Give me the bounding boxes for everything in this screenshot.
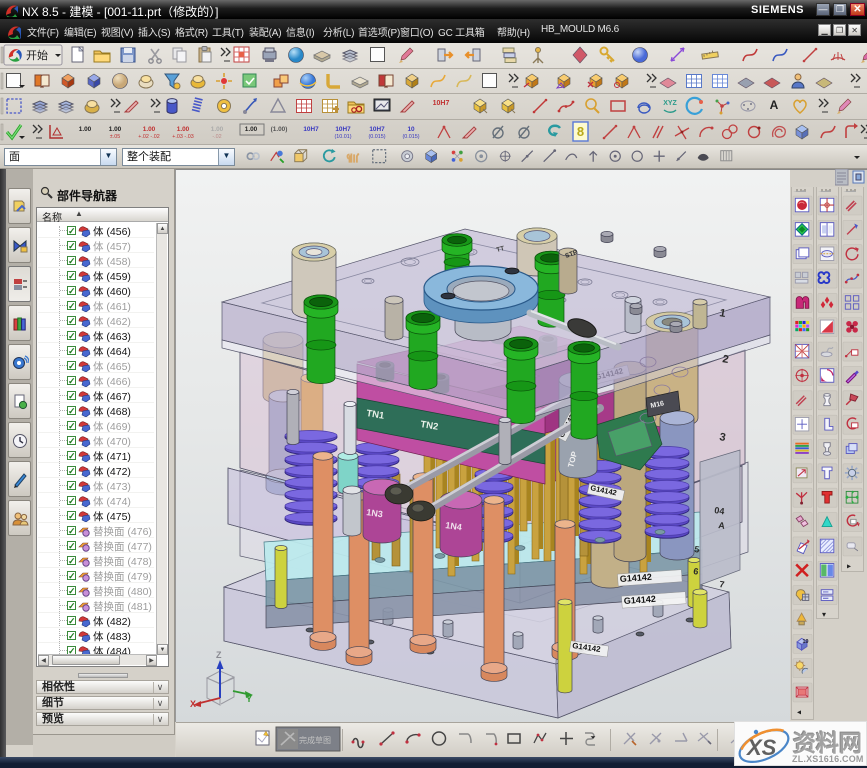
svg-text:◂: ◂ bbox=[797, 707, 801, 716]
svg-text:▸: ▸ bbox=[847, 561, 851, 570]
svg-text:Z: Z bbox=[216, 650, 222, 660]
svg-text:1.00: 1.00 bbox=[109, 126, 122, 133]
svg-text:▾: ▾ bbox=[822, 610, 826, 619]
svg-text:1.00: 1.00 bbox=[211, 126, 224, 133]
svg-text:-.02: -.02 bbox=[212, 134, 221, 140]
svg-text:±.05: ±.05 bbox=[110, 134, 120, 140]
svg-text:7: 7 bbox=[719, 579, 725, 590]
svg-text:(10.01): (10.01) bbox=[334, 134, 351, 140]
svg-text:开始: 开始 bbox=[26, 48, 48, 62]
svg-text:(0.015): (0.015) bbox=[368, 134, 385, 140]
svg-text:1.00: 1.00 bbox=[177, 126, 190, 133]
svg-text:+.02 -.02: +.02 -.02 bbox=[138, 134, 159, 140]
svg-text:1.00: 1.00 bbox=[245, 126, 258, 133]
svg-text:XYZ: XYZ bbox=[663, 100, 677, 107]
svg-text:X: X bbox=[190, 699, 196, 709]
svg-text:A: A bbox=[770, 98, 779, 112]
svg-text:8: 8 bbox=[577, 124, 584, 139]
svg-text:04: 04 bbox=[714, 505, 725, 516]
svg-text:(1.00): (1.00) bbox=[271, 126, 288, 133]
svg-text:10H7: 10H7 bbox=[433, 100, 450, 107]
svg-text:完成草图: 完成草图 bbox=[299, 735, 331, 745]
svg-text:10H7: 10H7 bbox=[369, 126, 385, 133]
svg-text:Y: Y bbox=[246, 694, 252, 704]
svg-text:10H7: 10H7 bbox=[303, 126, 319, 133]
svg-text:10: 10 bbox=[407, 126, 415, 133]
svg-text:1.00: 1.00 bbox=[79, 126, 92, 133]
svg-text:(0.015): (0.015) bbox=[402, 134, 419, 140]
svg-text:10: 10 bbox=[803, 639, 809, 645]
svg-text:+.03 -.03: +.03 -.03 bbox=[172, 134, 193, 140]
svg-text:XS: XS bbox=[745, 735, 777, 760]
svg-text:1.00: 1.00 bbox=[143, 126, 156, 133]
svg-text:10H7: 10H7 bbox=[335, 126, 351, 133]
